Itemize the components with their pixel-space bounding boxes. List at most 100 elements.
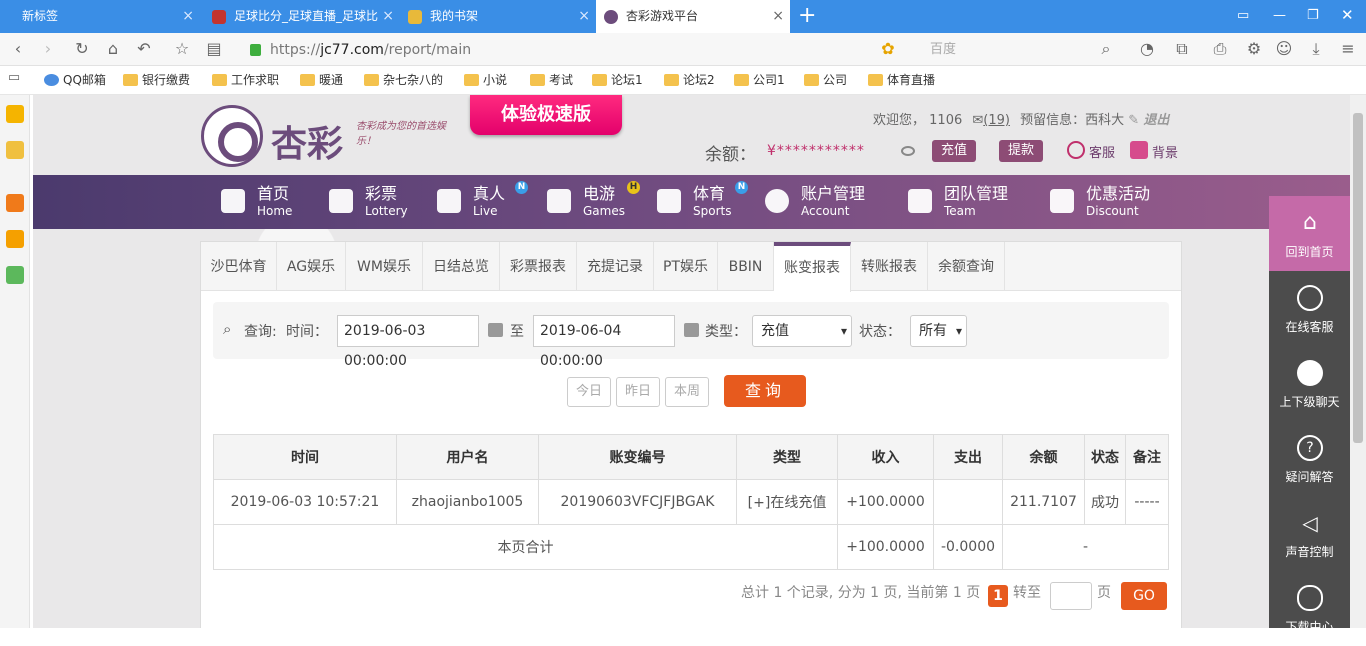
- bookmark-folder[interactable]: 暖通: [300, 72, 343, 88]
- close-icon[interactable]: ×: [182, 0, 194, 33]
- close-window-icon[interactable]: ✕: [1341, 6, 1354, 24]
- new-tab-icon[interactable]: +: [798, 4, 816, 28]
- search-icon[interactable]: ⌕: [1096, 39, 1116, 59]
- back-to-home-button[interactable]: ⌂ 回到首页: [1269, 196, 1350, 271]
- page-number-input[interactable]: [1050, 582, 1092, 610]
- tab-bbin[interactable]: BBIN: [718, 242, 774, 291]
- bookmarks-toggle-icon[interactable]: ▭: [4, 70, 24, 85]
- close-icon[interactable]: ×: [382, 0, 394, 33]
- current-page[interactable]: 1: [988, 585, 1008, 607]
- logout-link[interactable]: 退出: [1143, 113, 1169, 128]
- download-center-button[interactable]: 下载中心: [1269, 571, 1350, 646]
- status-select[interactable]: 所有: [910, 315, 967, 347]
- download-icon[interactable]: ⤓: [1306, 39, 1326, 59]
- favorite-star-icon[interactable]: ☆: [172, 39, 192, 58]
- eye-icon[interactable]: [901, 146, 915, 156]
- calendar-icon[interactable]: [488, 323, 503, 337]
- screenshot-icon[interactable]: ⧉: [1172, 39, 1192, 59]
- type-select[interactable]: 充值: [752, 315, 852, 347]
- tab-deposit-records[interactable]: 充提记录: [577, 242, 654, 291]
- site-logo[interactable]: 杏彩 杏彩成为您的首选娱乐！: [201, 103, 451, 167]
- scroll-thumb[interactable]: [1353, 113, 1363, 443]
- promo-button[interactable]: 体验极速版: [470, 95, 622, 135]
- bookmark-folder[interactable]: 公司1: [734, 72, 785, 88]
- bookmark-folder[interactable]: 银行缴费: [123, 72, 190, 88]
- nav-account[interactable]: 账户管理 Account: [765, 184, 865, 222]
- home-icon[interactable]: ⌂: [103, 39, 123, 58]
- chat-button[interactable]: 上下级聊天: [1269, 346, 1350, 421]
- faq-button[interactable]: ? 疑问解答: [1269, 421, 1350, 496]
- tab-wm[interactable]: WM娱乐: [346, 242, 423, 291]
- tab-balance-query[interactable]: 余额查询: [928, 242, 1005, 291]
- bookmark-folder[interactable]: 考试: [530, 72, 573, 88]
- print-icon[interactable]: ⎙: [1210, 39, 1230, 59]
- tab-ag[interactable]: AG娱乐: [277, 242, 346, 291]
- nav-games[interactable]: 电游 Games H: [547, 181, 640, 222]
- tab-pt[interactable]: PT娱乐: [654, 242, 718, 291]
- nav-sports[interactable]: 体育 Sports N: [657, 181, 748, 222]
- bookmark-folder[interactable]: 体育直播: [868, 72, 935, 88]
- minimize-icon[interactable]: —: [1273, 8, 1286, 23]
- sound-control-button[interactable]: ◁ 声音控制: [1269, 496, 1350, 571]
- tools-icon[interactable]: ⚙: [1244, 39, 1264, 58]
- reader-icon[interactable]: ▤: [204, 39, 224, 58]
- today-button[interactable]: 今日: [567, 377, 611, 407]
- close-icon[interactable]: ×: [578, 0, 590, 33]
- menu-icon[interactable]: ≡: [1338, 39, 1358, 58]
- notification-icon[interactable]: ☺: [1274, 39, 1294, 58]
- edit-icon[interactable]: ✎: [1128, 113, 1139, 128]
- search-button[interactable]: 查询: [724, 375, 806, 407]
- browser-tab[interactable]: 足球比分_足球直播_足球比 ×: [200, 0, 400, 33]
- this-week-button[interactable]: 本周: [665, 377, 709, 407]
- sidebar-toggle-icon[interactable]: ▭: [1237, 8, 1249, 23]
- tab-transfer-report[interactable]: 转账报表: [851, 242, 928, 291]
- nav-home[interactable]: 首页 Home: [221, 184, 292, 222]
- browser-tab[interactable]: 我的书架 ×: [400, 0, 596, 33]
- bookmark-item[interactable]: QQ邮箱: [44, 72, 106, 88]
- back-icon[interactable]: ‹: [8, 39, 28, 58]
- bookmark-folder[interactable]: 工作求职: [212, 72, 279, 88]
- page-scrollbar[interactable]: [1350, 95, 1366, 628]
- recharge-button[interactable]: 充值: [932, 140, 977, 162]
- weibo-icon[interactable]: [6, 230, 24, 248]
- nav-live[interactable]: 真人 Live N: [437, 181, 528, 222]
- end-date-input[interactable]: 2019-06-04 00:00:00: [533, 315, 675, 369]
- tab-daily-overview[interactable]: 日结总览: [423, 242, 500, 291]
- restore-icon[interactable]: ❐: [1307, 8, 1319, 23]
- bookmark-folder[interactable]: 公司: [804, 72, 847, 88]
- bookmark-folder[interactable]: 论坛2: [664, 72, 715, 88]
- tab-balance-change-report[interactable]: 账变报表: [774, 242, 851, 292]
- tab-lottery-report[interactable]: 彩票报表: [500, 242, 577, 291]
- bookmark-folder[interactable]: 小说: [464, 72, 507, 88]
- notes-icon[interactable]: [6, 141, 24, 159]
- browser-tab[interactable]: 新标签 ×: [0, 0, 200, 33]
- bookmark-folder[interactable]: 论坛1: [592, 72, 643, 88]
- withdraw-button[interactable]: 提款: [999, 140, 1044, 162]
- background-link[interactable]: 背景: [1130, 141, 1178, 161]
- undo-icon[interactable]: ↶: [134, 39, 154, 58]
- service-link[interactable]: 客服: [1067, 141, 1115, 161]
- reload-icon[interactable]: ↻: [72, 39, 92, 58]
- message-count-link[interactable]: (19): [983, 113, 1010, 128]
- url-field[interactable]: https://jc77.com/report/main: [242, 39, 862, 61]
- close-icon[interactable]: ×: [772, 0, 784, 33]
- forward-icon[interactable]: ›: [38, 39, 58, 58]
- bookmark-folder[interactable]: 杂七杂八的: [364, 72, 443, 88]
- start-date-input[interactable]: 2019-06-03 00:00:00: [337, 315, 479, 369]
- rss-icon[interactable]: [6, 194, 24, 212]
- yesterday-button[interactable]: 昨日: [616, 377, 660, 407]
- favorites-icon[interactable]: [6, 105, 24, 123]
- browser-tab-active[interactable]: 杏彩游戏平台 ×: [596, 0, 790, 33]
- online-service-button[interactable]: 在线客服: [1269, 271, 1350, 346]
- go-button[interactable]: GO: [1121, 582, 1167, 610]
- calendar-icon[interactable]: [684, 323, 699, 337]
- nav-team[interactable]: 团队管理 Team: [908, 184, 1008, 222]
- extension-icon[interactable]: ✿: [878, 39, 898, 58]
- mail-icon[interactable]: ✉: [972, 113, 983, 128]
- history-icon[interactable]: ◔: [1137, 39, 1157, 58]
- nav-lottery[interactable]: 彩票 Lottery: [329, 184, 408, 222]
- chat-icon[interactable]: [6, 266, 24, 284]
- tab-saba-sports[interactable]: 沙巴体育: [201, 242, 277, 291]
- search-input[interactable]: 百度: [922, 39, 1118, 61]
- nav-discount[interactable]: 优惠活动 Discount: [1050, 184, 1150, 222]
